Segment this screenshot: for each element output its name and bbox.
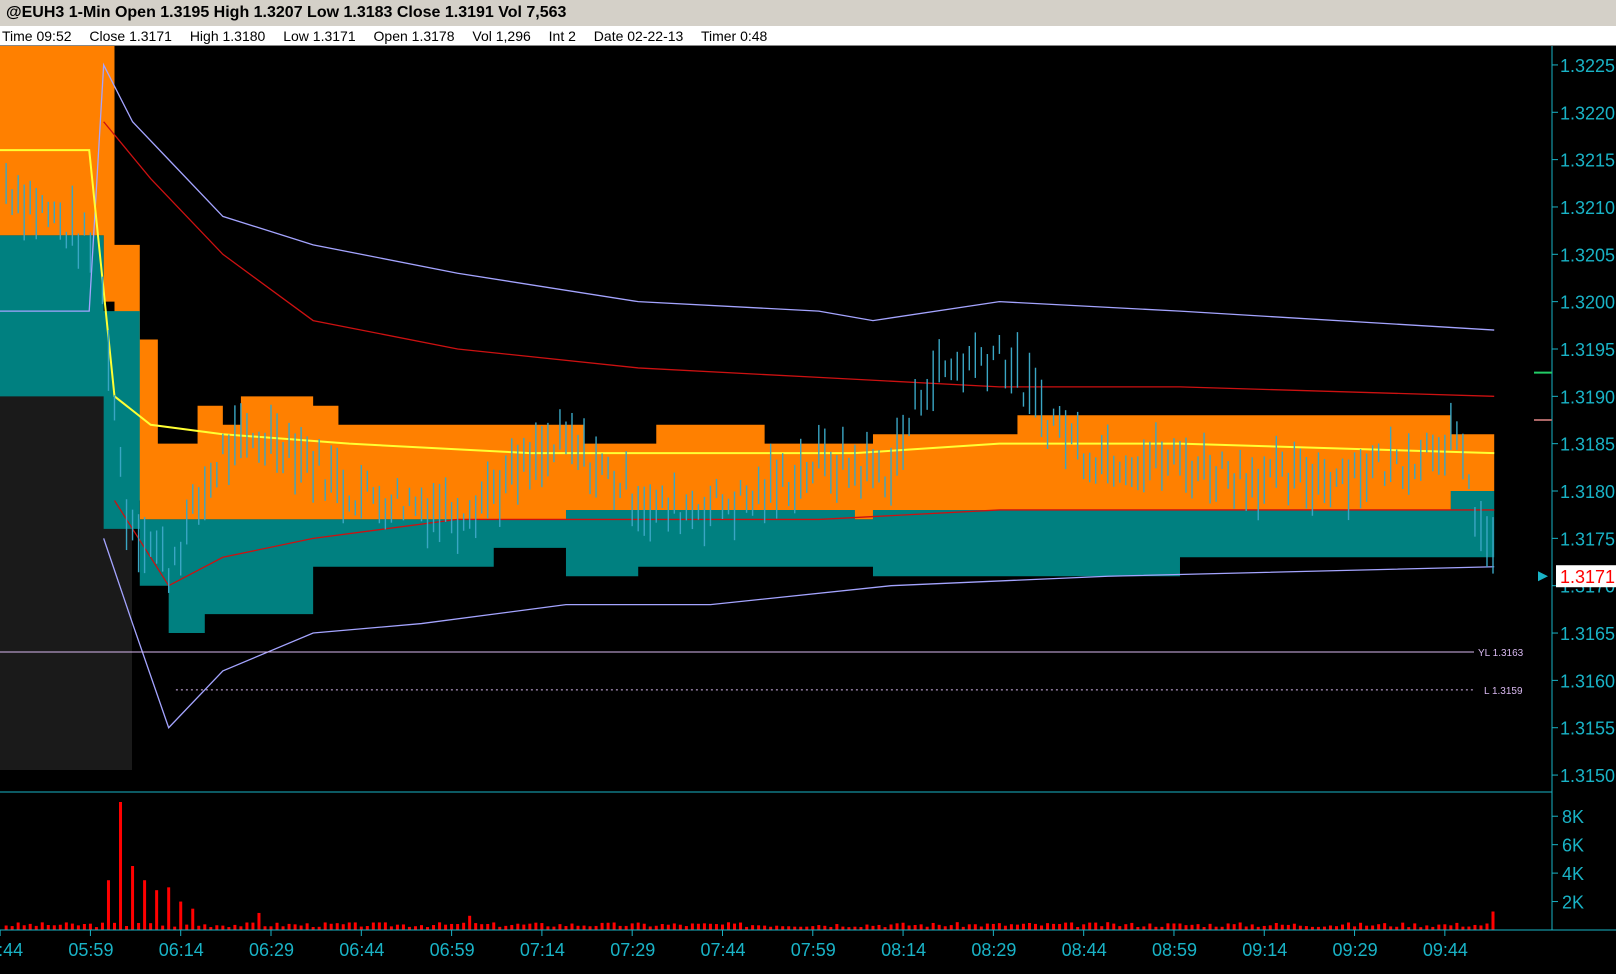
time-tick-label: 09:44 (1423, 940, 1468, 960)
time-tick-label: 06:59 (430, 940, 475, 960)
price-tick-label: 1.3195 (1560, 340, 1615, 360)
data-high: High 1.3180 (189, 28, 266, 44)
time-tick-label: 08:59 (1152, 940, 1197, 960)
price-tick-label: 1.3160 (1560, 671, 1615, 691)
data-volume: Vol 1,296 (472, 28, 531, 44)
volume-tick-label: 8K (1562, 807, 1584, 827)
data-date: Date 02-22-13 (593, 28, 684, 44)
time-tick-label: 06:29 (249, 940, 294, 960)
volume-tick-label: 6K (1562, 836, 1584, 856)
price-tick-label: 1.3200 (1560, 293, 1615, 313)
data-low: Low 1.3171 (283, 28, 356, 44)
price-tick-label: 1.3225 (1560, 56, 1615, 76)
time-tick-label: 05:59 (68, 940, 113, 960)
price-tick-label: 1.3185 (1560, 435, 1615, 455)
price-tick-label: 1.3190 (1560, 387, 1615, 407)
price-tick-label: 1.3205 (1560, 245, 1615, 265)
price-tick-label: 1.3165 (1560, 624, 1615, 644)
last-price-label: 1.3171 (1560, 567, 1615, 587)
time-tick-label: 06:14 (159, 940, 204, 960)
price-tick-label: 1.3180 (1560, 482, 1615, 502)
volume-tick-label: 4K (1562, 864, 1584, 884)
data-close: Close 1.3171 (89, 28, 172, 44)
price-tick-label: 1.3210 (1560, 198, 1615, 218)
data-timer: Timer 0:48 (700, 28, 768, 44)
price-tick-label: 1.3155 (1560, 719, 1615, 739)
level-label: L 1.3159 (1484, 686, 1523, 697)
volume-tick-label: 2K (1562, 893, 1584, 913)
time-tick-label: 07:44 (700, 940, 745, 960)
price-tick-label: 1.3150 (1560, 766, 1615, 786)
time-tick-label: 09:29 (1333, 940, 1378, 960)
price-chart[interactable]: YL 1.3163 L 1.3159 1.3225 1.3220 1.3215 1.32… (0, 46, 1616, 974)
price-tick-label: 1.3220 (1560, 103, 1615, 123)
data-time: Time 09:52 (2, 28, 72, 44)
data-window-bar: Time 09:52 Close 1.3171 High 1.3180 Low … (0, 26, 1616, 46)
time-tick-label: 07:29 (610, 940, 655, 960)
time-tick-label: 09:14 (1242, 940, 1287, 960)
time-tick-label: 08:44 (1062, 940, 1107, 960)
price-tick-label: 1.3175 (1560, 529, 1615, 549)
time-tick-label: 08:29 (971, 940, 1016, 960)
level-label: YL 1.3163 (1478, 648, 1524, 659)
data-open: Open 1.3178 (373, 28, 455, 44)
time-tick-label: 06:44 (339, 940, 384, 960)
time-tick-label: 07:14 (520, 940, 565, 960)
time-tick-label: 05:44 (0, 940, 23, 960)
chart-title-bar: @EUH3 1-Min Open 1.3195 High 1.3207 Low … (0, 0, 1616, 26)
price-tick-label: 1.3215 (1560, 151, 1615, 171)
time-tick-label: 07:59 (791, 940, 836, 960)
data-interval: Int 2 (548, 28, 576, 44)
time-tick-label: 08:14 (881, 940, 926, 960)
